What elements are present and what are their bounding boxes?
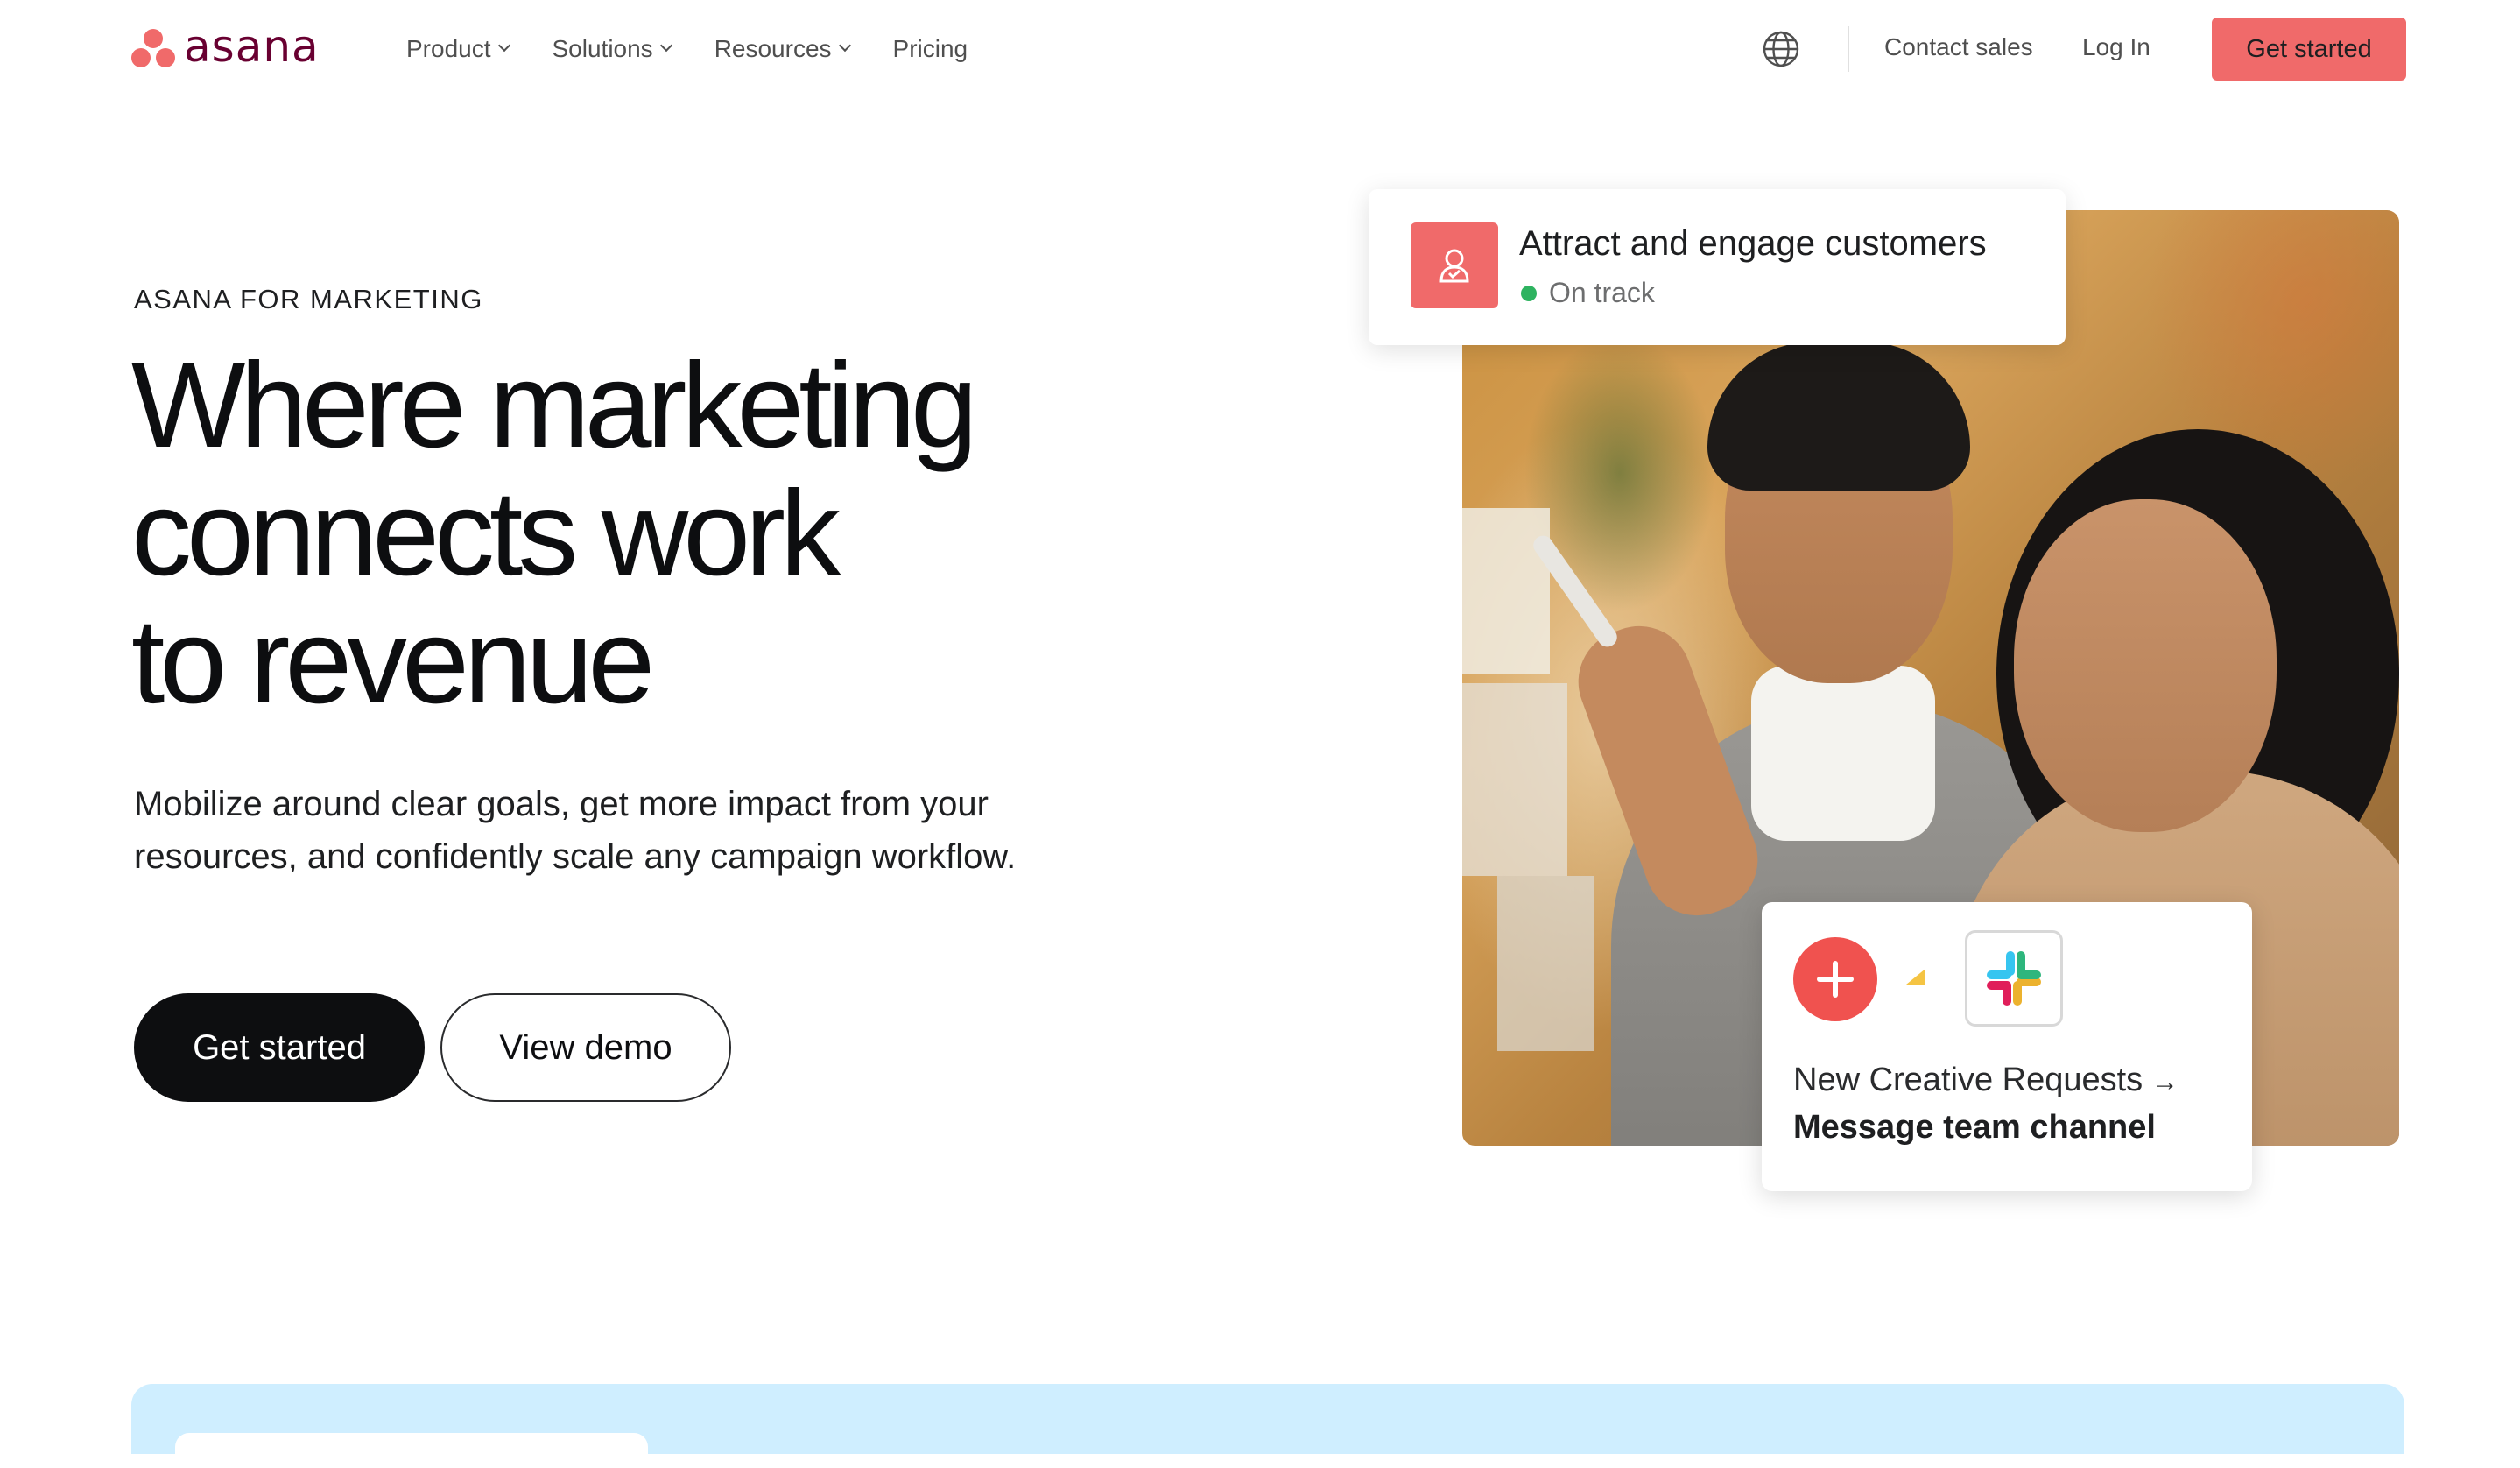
next-section-band — [131, 1384, 2404, 1468]
headline-line: connects work — [131, 466, 841, 601]
trigger-text: New Creative Requests — [1793, 1062, 2143, 1098]
contact-sales-link[interactable]: Contact sales — [1884, 33, 2033, 61]
integration-card: New Creative Requests → Message team cha… — [1762, 902, 2252, 1191]
headline-line: Where marketing — [131, 338, 978, 473]
integration-action: Message team channel — [1793, 1109, 2156, 1146]
nav-item-resources[interactable]: Resources — [714, 35, 851, 63]
plus-icon — [1793, 937, 1877, 1021]
next-section-card — [175, 1433, 648, 1468]
nav-item-solutions[interactable]: Solutions — [552, 35, 672, 63]
hero-eyebrow: ASANA FOR MARKETING — [134, 284, 483, 314]
nav-item-label: Solutions — [552, 35, 653, 62]
hero-subcopy: Mobilize around clear goals, get more im… — [134, 785, 1017, 876]
nav-item-product[interactable]: Product — [406, 35, 510, 63]
goal-title: Attract and engage customers — [1519, 224, 1987, 263]
nav-item-label: Product — [406, 35, 491, 62]
get-started-button[interactable]: Get started — [134, 993, 425, 1102]
slack-icon — [1965, 930, 2063, 1027]
connector-spark-icon — [1906, 969, 1925, 985]
chevron-down-icon — [659, 39, 672, 53]
nav-item-label: Pricing — [892, 35, 968, 62]
globe-icon[interactable] — [1762, 30, 1800, 68]
nav-item-pricing[interactable]: Pricing — [893, 35, 968, 63]
view-demo-button[interactable]: View demo — [440, 993, 731, 1102]
headline-line: to revenue — [131, 594, 655, 729]
arrow-right-icon: → — [2151, 1068, 2179, 1097]
logo-wordmark: asana — [184, 21, 320, 72]
nav-item-label: Resources — [714, 35, 832, 62]
nav-divider — [1848, 26, 1849, 72]
top-navigation: asana Product Solutions Resources Pricin… — [0, 0, 2520, 98]
log-in-link[interactable]: Log In — [2082, 33, 2150, 61]
goal-status: On track — [1549, 277, 1655, 308]
integration-trigger: New Creative Requests → — [1793, 1062, 2179, 1099]
asana-logo-icon — [131, 29, 175, 69]
get-started-nav-button[interactable]: Get started — [2212, 18, 2406, 81]
main-nav-links: Product Solutions Resources Pricing — [406, 32, 1011, 67]
person-goal-icon — [1411, 222, 1498, 308]
asana-logo[interactable]: asana — [131, 21, 320, 72]
status-dot-icon — [1521, 286, 1537, 301]
chevron-down-icon — [838, 39, 851, 53]
chevron-down-icon — [497, 39, 510, 53]
hero-headline: Where marketing connects work to revenue — [131, 342, 1112, 725]
goal-card: Attract and engage customers On track — [1369, 189, 2066, 345]
